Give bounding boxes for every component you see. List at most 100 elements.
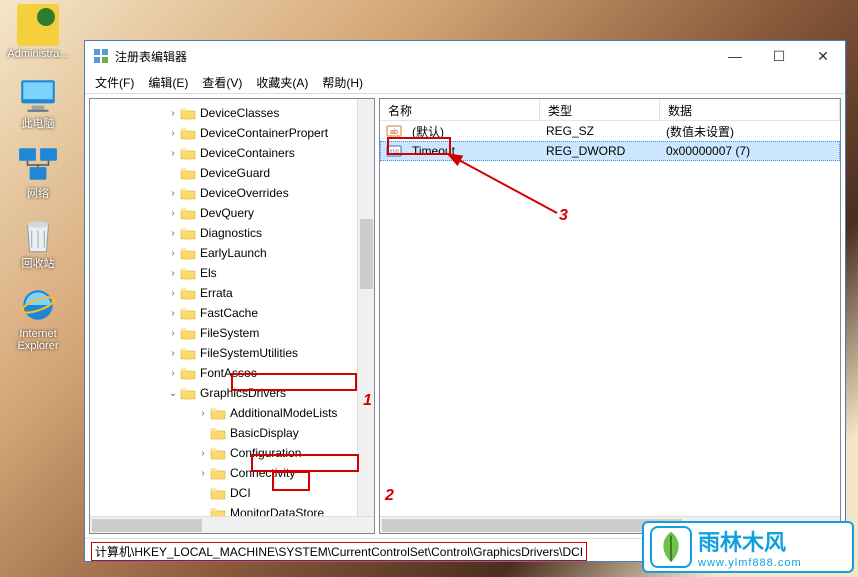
value-row[interactable]: ab(默认)REG_SZ(数值未设置) bbox=[380, 121, 840, 141]
tree-item[interactable]: ›EarlyLaunch bbox=[90, 243, 374, 263]
tree-item[interactable]: ⌄GraphicsDrivers bbox=[90, 383, 374, 403]
menu-file[interactable]: 文件(F) bbox=[89, 72, 140, 93]
tree-label: FileSystem bbox=[200, 326, 259, 340]
folder-icon bbox=[180, 286, 196, 300]
tree-item[interactable]: › FileSystem bbox=[90, 323, 374, 343]
icon-label: Administra... bbox=[0, 48, 76, 60]
desktop-icon-this-pc[interactable]: 此电脑 bbox=[0, 74, 76, 130]
value-data: 0x00000007 (7) bbox=[658, 144, 758, 158]
tree-label: DevQuery bbox=[200, 206, 254, 220]
desktop-icon-administrator[interactable]: Administra... bbox=[0, 4, 76, 60]
tree-item[interactable]: ›DeviceClasses bbox=[90, 103, 374, 123]
tree-item[interactable]: › FontAssoc bbox=[90, 363, 374, 383]
value-data: (数值未设置) bbox=[658, 123, 742, 140]
tree-vscrollbar[interactable] bbox=[357, 99, 374, 516]
menu-edit[interactable]: 编辑(E) bbox=[142, 72, 194, 93]
ie-icon bbox=[17, 284, 59, 326]
tree-hscrollbar[interactable] bbox=[90, 516, 374, 533]
tree-item[interactable]: ›Diagnostics bbox=[90, 223, 374, 243]
col-data[interactable]: 数据 bbox=[660, 99, 840, 120]
tree-twisty[interactable]: › bbox=[196, 408, 210, 419]
watermark-logo: 雨林木风 www.ylmf888.com bbox=[642, 521, 854, 573]
tree-twisty[interactable]: › bbox=[166, 208, 180, 219]
tree-twisty[interactable]: › bbox=[166, 288, 180, 299]
tree-label: FontAssoc bbox=[200, 366, 257, 380]
menu-favorites[interactable]: 收藏夹(A) bbox=[250, 72, 314, 93]
folder-icon bbox=[180, 246, 196, 260]
value-type-icon: ab bbox=[386, 123, 402, 139]
tree-twisty[interactable]: › bbox=[166, 268, 180, 279]
tree-twisty[interactable]: › bbox=[196, 448, 210, 459]
tree-label: DeviceGuard bbox=[200, 166, 270, 180]
user-folder-icon bbox=[17, 4, 59, 46]
close-button[interactable]: ✕ bbox=[801, 41, 845, 71]
tree-item[interactable]: › Errata bbox=[90, 283, 374, 303]
col-name[interactable]: 名称 bbox=[380, 99, 540, 120]
tree-item[interactable]: › FastCache bbox=[90, 303, 374, 323]
tree-twisty[interactable]: › bbox=[166, 228, 180, 239]
menu-help[interactable]: 帮助(H) bbox=[316, 72, 369, 93]
folder-icon bbox=[180, 266, 196, 280]
tree-item[interactable]: DeviceGuard bbox=[90, 163, 374, 183]
tree-item[interactable]: ›AdditionalModeLists bbox=[90, 403, 374, 423]
tree-twisty[interactable]: › bbox=[166, 348, 180, 359]
tree-twisty[interactable]: › bbox=[166, 368, 180, 379]
tree-twisty[interactable]: › bbox=[166, 248, 180, 259]
desktop-icon-network[interactable]: 网络 bbox=[0, 144, 76, 200]
tree-twisty[interactable]: › bbox=[166, 188, 180, 199]
tree-twisty[interactable]: › bbox=[196, 468, 210, 479]
value-type: REG_SZ bbox=[538, 124, 658, 138]
registry-tree[interactable]: ›DeviceClasses›DeviceContainerPropert›De… bbox=[90, 99, 374, 516]
maximize-button[interactable]: ☐ bbox=[757, 41, 801, 71]
desktop-icon-ie[interactable]: Internet Explorer bbox=[0, 284, 76, 352]
folder-icon bbox=[180, 226, 196, 240]
menu-view[interactable]: 查看(V) bbox=[196, 72, 248, 93]
tree-twisty[interactable]: ⌄ bbox=[166, 388, 180, 399]
tree-item[interactable]: › DeviceOverrides bbox=[90, 183, 374, 203]
tree-twisty[interactable]: › bbox=[166, 128, 180, 139]
tree-item[interactable]: MonitorDataStore bbox=[90, 503, 374, 516]
tree-label: Errata bbox=[200, 286, 233, 300]
tree-twisty[interactable]: › bbox=[166, 328, 180, 339]
logo-text: 雨林木风 bbox=[698, 530, 786, 555]
tree-item[interactable]: ›Connectivity bbox=[90, 463, 374, 483]
tree-label: Configuration bbox=[230, 446, 301, 460]
tree-item[interactable]: ›Els bbox=[90, 263, 374, 283]
icon-label: Internet Explorer bbox=[0, 328, 76, 352]
folder-icon bbox=[180, 106, 196, 120]
minimize-button[interactable]: — bbox=[713, 41, 757, 71]
tree-item[interactable]: › DevQuery bbox=[90, 203, 374, 223]
folder-icon bbox=[210, 426, 226, 440]
value-type: REG_DWORD bbox=[538, 144, 658, 158]
tree-item[interactable]: DCI bbox=[90, 483, 374, 503]
tree-twisty[interactable]: › bbox=[166, 108, 180, 119]
svg-text:110: 110 bbox=[389, 150, 399, 156]
titlebar[interactable]: 注册表编辑器 — ☐ ✕ bbox=[85, 41, 845, 71]
list-body[interactable]: ab(默认)REG_SZ(数值未设置) 110 TimeoutREG_DWORD0x… bbox=[380, 121, 840, 161]
tree-item[interactable]: BasicDisplay bbox=[90, 423, 374, 443]
tree-label: DeviceContainers bbox=[200, 146, 295, 160]
icon-label: 回收站 bbox=[0, 258, 76, 270]
tree-item[interactable]: › Configuration bbox=[90, 443, 374, 463]
col-type[interactable]: 类型 bbox=[540, 99, 660, 120]
folder-icon bbox=[180, 126, 196, 140]
tree-item[interactable]: ›FileSystemUtilities bbox=[90, 343, 374, 363]
tree-item[interactable]: › DeviceContainers bbox=[90, 143, 374, 163]
tree-twisty[interactable]: › bbox=[166, 148, 180, 159]
folder-icon bbox=[180, 326, 196, 340]
desktop-icons: Administra... 此电脑 网络 回收站 Internet Explor… bbox=[0, 0, 82, 367]
window-title: 注册表编辑器 bbox=[115, 48, 187, 65]
recycle-bin-icon bbox=[17, 214, 59, 256]
desktop-icon-recycle-bin[interactable]: 回收站 bbox=[0, 214, 76, 270]
tree-twisty[interactable]: › bbox=[166, 308, 180, 319]
tree-item[interactable]: › DeviceContainerPropert bbox=[90, 123, 374, 143]
value-row[interactable]: 110 TimeoutREG_DWORD0x00000007 (7) bbox=[380, 141, 840, 161]
icon-label: 此电脑 bbox=[0, 118, 76, 130]
tree-label: DeviceContainerPropert bbox=[200, 126, 328, 140]
menubar: 文件(F) 编辑(E) 查看(V) 收藏夹(A) 帮助(H) bbox=[85, 71, 845, 93]
tree-label: FastCache bbox=[200, 306, 258, 320]
tree-label: DeviceOverrides bbox=[200, 186, 289, 200]
value-name: Timeout bbox=[404, 144, 538, 158]
tree-label: MonitorDataStore bbox=[230, 506, 324, 516]
folder-icon bbox=[180, 146, 196, 160]
